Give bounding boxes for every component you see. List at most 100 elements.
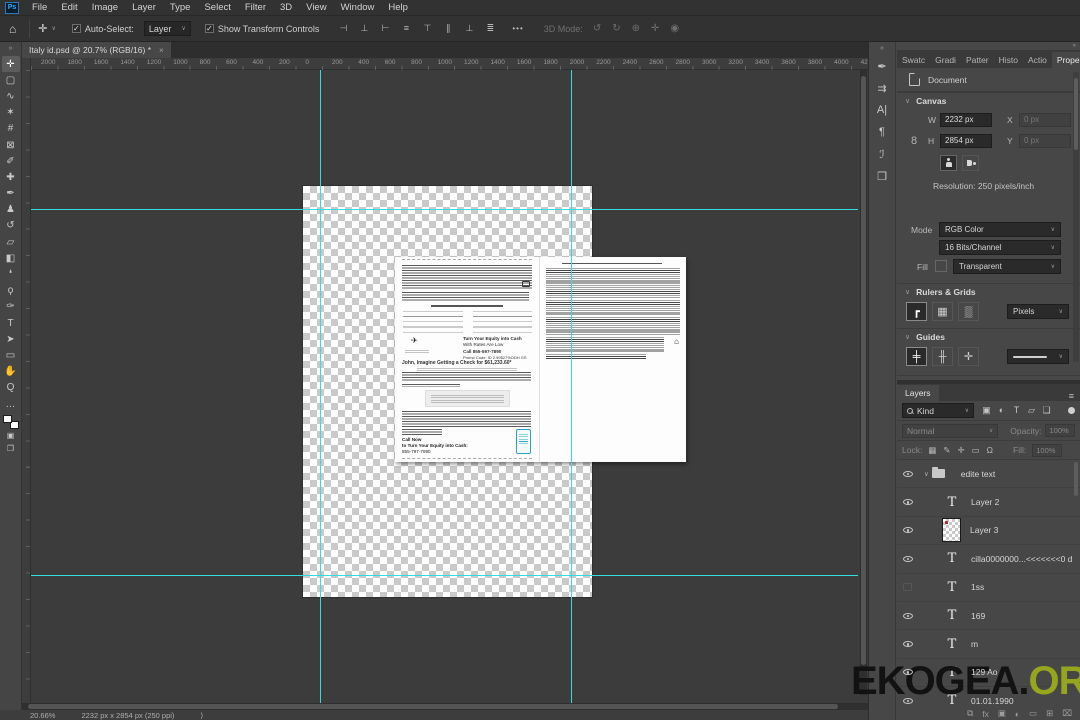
canvas-viewport[interactable]: ✈ Turn Your Equity into Cash With Rates … — [22, 70, 868, 703]
canvas-y-field[interactable]: 0 px — [1019, 134, 1071, 148]
fill-swatch[interactable] — [935, 260, 947, 272]
layers-scrollbar[interactable] — [1073, 462, 1079, 582]
menu-item[interactable]: Filter — [238, 1, 273, 14]
new-group-icon[interactable]: ▭ — [1029, 708, 1037, 719]
move-tool[interactable]: ✛ — [1, 56, 20, 73]
zoom-level-field[interactable]: 20.66% — [30, 711, 55, 720]
layer-row[interactable]: ∨ T 1ss — [897, 574, 1080, 602]
home-icon[interactable]: ⌂ — [0, 22, 25, 36]
group-expand-chevron-icon[interactable]: ∨ — [924, 470, 929, 478]
toolbar-collapse-icon[interactable]: » — [9, 42, 13, 56]
hand-tool[interactable]: ✋ — [2, 364, 20, 380]
character-panel-icon[interactable]: A| — [871, 99, 894, 121]
3d-slide-icon[interactable]: ✛ — [651, 23, 659, 34]
foreground-background-swatches[interactable] — [2, 415, 19, 430]
menu-item[interactable]: Type — [163, 1, 198, 14]
ruler-origin-corner[interactable] — [22, 58, 31, 70]
photoshop-logo-icon[interactable]: Ps — [5, 1, 19, 14]
clone-stamp-tool[interactable]: ♟ — [2, 202, 20, 218]
guide-vertical-2[interactable] — [571, 70, 572, 703]
snap-toggle-icon[interactable]: ▒ — [958, 302, 979, 321]
filter-on-toggle[interactable] — [1068, 407, 1075, 414]
layer-name[interactable]: 01.01.1990 — [971, 696, 1014, 706]
layer-name[interactable]: 129 Ao — [971, 667, 997, 677]
libraries-panel-icon[interactable]: ❒ — [871, 165, 894, 187]
grid-toggle-icon[interactable]: ▦ — [932, 302, 953, 321]
vertical-ruler[interactable] — [22, 70, 31, 703]
lock-artboard-icon[interactable]: ▭ — [972, 445, 980, 456]
canvas-section-header[interactable]: ∨ Canvas — [897, 92, 1080, 109]
layer-row[interactable]: ∨ T Layer 2 — [897, 488, 1080, 517]
menu-item[interactable]: Layer — [125, 1, 163, 14]
eraser-tool[interactable]: ▱ — [2, 234, 20, 250]
menu-item[interactable]: 3D — [273, 1, 299, 14]
move-tool-icon[interactable]: ✛ — [34, 22, 51, 35]
crop-tool[interactable]: # — [2, 121, 20, 137]
align-top-icon[interactable]: ⊤ — [421, 23, 433, 34]
filter-adjustment-icon[interactable]: ◐ — [994, 405, 1009, 416]
canvas-fill-dropdown[interactable]: Transparent ∨ — [953, 259, 1061, 274]
dock-collapse-icon[interactable]: » — [897, 42, 1080, 50]
layer-visibility-toggle[interactable] — [897, 641, 918, 648]
lock-guides-icon[interactable]: ╫ — [932, 347, 953, 366]
panel-tab[interactable]: Swatc — [897, 52, 930, 68]
orientation-landscape-button[interactable] — [962, 155, 979, 171]
layer-visibility-toggle[interactable] — [897, 527, 918, 534]
panel-tab[interactable]: Actio — [1023, 52, 1052, 68]
rulers-grids-section-header[interactable]: ∨ Rulers & Grids — [897, 283, 1080, 300]
expand-panels-icon[interactable]: « — [880, 42, 884, 55]
filter-type-icon[interactable]: T — [1009, 405, 1024, 416]
menu-item[interactable]: Image — [85, 1, 125, 14]
delete-layer-icon[interactable]: ⌧ — [1062, 708, 1072, 719]
gradient-tool[interactable]: ◧ — [2, 250, 20, 266]
quick-mask-icon[interactable]: ▣ — [2, 429, 20, 442]
show-transform-checkbox[interactable]: ✓ — [204, 24, 214, 33]
lock-paint-icon[interactable]: ✎ — [943, 445, 950, 456]
color-mode-dropdown[interactable]: RGB Color ∨ — [939, 222, 1061, 237]
align-right-icon[interactable]: ⊢ — [379, 23, 391, 34]
lock-move-icon[interactable]: ✛ — [957, 445, 964, 456]
guide-horizontal-2[interactable] — [31, 575, 858, 576]
bit-depth-dropdown[interactable]: 16 Bits/Channel ∨ — [939, 240, 1061, 255]
lasso-tool[interactable]: ∿ — [2, 88, 20, 104]
canvas-horizontal-scrollbar[interactable] — [22, 703, 868, 710]
layer-name[interactable]: m — [971, 639, 978, 649]
adjustment-layer-icon[interactable]: ◐ — [1015, 709, 1020, 719]
menu-item[interactable]: File — [25, 1, 54, 14]
layer-name[interactable]: Layer 3 — [970, 525, 998, 535]
link-layers-icon[interactable]: ⧉ — [967, 708, 973, 719]
layer-row[interactable]: ∨ T edite text — [897, 460, 1080, 489]
zoom-tool[interactable]: Q — [2, 380, 20, 396]
guide-horizontal-1[interactable] — [31, 209, 858, 210]
layer-visibility-toggle[interactable] — [897, 555, 918, 562]
clear-guides-icon[interactable]: ✛ — [958, 347, 979, 366]
type-tool[interactable]: T — [2, 315, 20, 331]
path-selection-tool[interactable]: ➤ — [2, 331, 20, 347]
shape-tool[interactable]: ▭ — [2, 347, 20, 363]
paragraph-panel-icon[interactable]: ¶ — [871, 121, 894, 143]
3d-roll-icon[interactable]: ↻ — [612, 23, 620, 34]
layer-visibility-toggle[interactable] — [897, 470, 918, 477]
eyedropper-tool[interactable]: ✐ — [2, 153, 20, 169]
canvas-width-field[interactable]: 2232 px — [940, 113, 992, 127]
menu-item[interactable]: View — [299, 1, 333, 14]
guides-section-header[interactable]: ∨ Guides — [897, 328, 1080, 345]
filter-shape-icon[interactable]: ▱ — [1024, 405, 1039, 416]
blend-mode-dropdown[interactable]: Normal ∨ — [902, 423, 999, 438]
layer-visibility-toggle[interactable] — [897, 583, 918, 592]
layer-row[interactable]: ∨ T m — [897, 630, 1080, 659]
opacity-field[interactable]: 100% — [1045, 424, 1075, 437]
layer-filter-kind-dropdown[interactable]: Kind ∨ — [902, 403, 974, 418]
marquee-tool[interactable]: ▢ — [2, 72, 20, 88]
panel-tab[interactable]: Patter — [961, 52, 994, 68]
layer-name[interactable]: 1ss — [971, 582, 984, 592]
layer-row[interactable]: ∨ T Layer 3 — [897, 517, 1080, 546]
tool-preset-chevron-icon[interactable]: ∨ — [51, 25, 55, 32]
pen-tool[interactable]: ✑ — [2, 299, 20, 315]
layer-name[interactable]: edite text — [961, 469, 996, 479]
clone-source-icon[interactable]: ⇉ — [871, 77, 894, 99]
object-selection-tool[interactable]: ✶ — [2, 105, 20, 121]
filter-smartobject-icon[interactable]: ❏ — [1039, 405, 1054, 416]
status-chevron-icon[interactable]: ⟩ — [200, 711, 203, 720]
layer-visibility-toggle[interactable] — [897, 697, 918, 704]
